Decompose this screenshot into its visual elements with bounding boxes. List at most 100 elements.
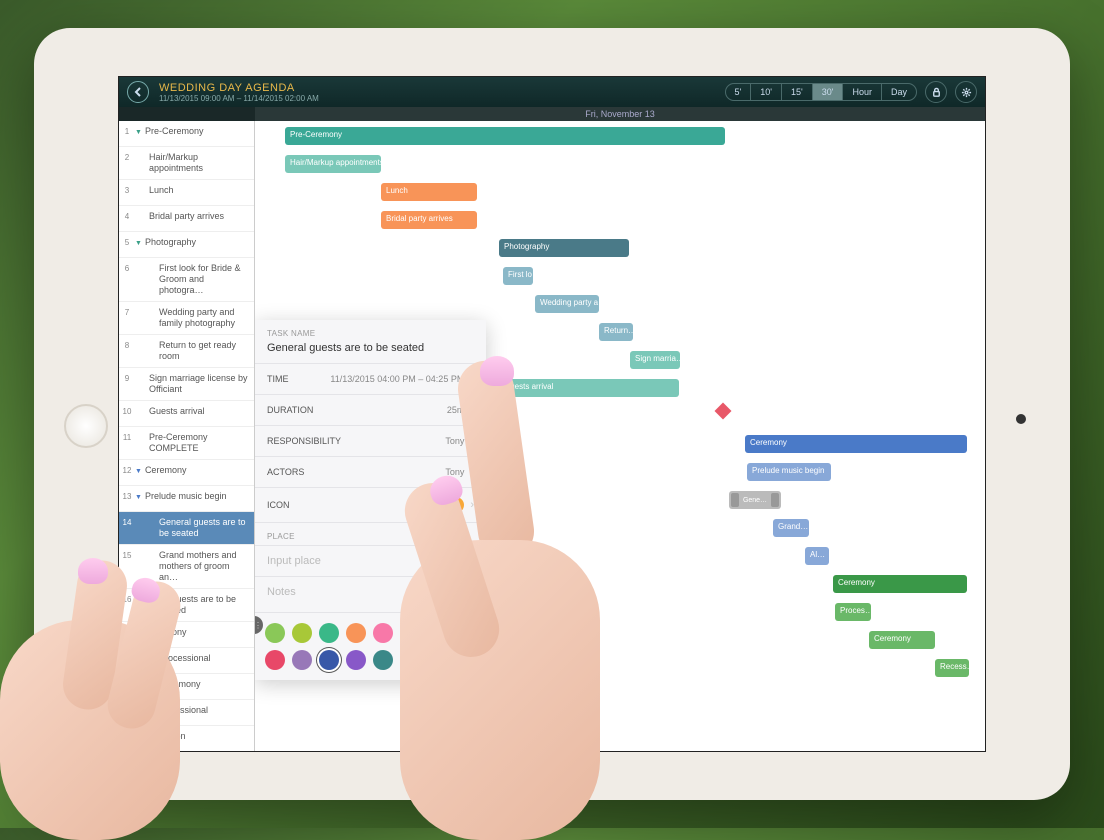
color-swatch[interactable] <box>454 623 474 643</box>
zoom-30'[interactable]: 30' <box>813 84 844 100</box>
warning-icon: ! <box>448 497 464 513</box>
gantt-bar[interactable]: Guests arrival <box>499 379 679 397</box>
expand-icon[interactable]: ▼ <box>135 129 142 136</box>
gantt-bar[interactable]: Proces… <box>835 603 871 621</box>
task-row[interactable]: 15Grand mothers and mothers of groom an… <box>119 545 254 589</box>
gantt-bar[interactable]: First lo… <box>503 267 533 285</box>
back-button[interactable] <box>127 81 149 103</box>
resize-handle-right[interactable] <box>771 493 779 507</box>
color-swatch[interactable] <box>346 623 366 643</box>
task-row[interactable]: 2Hair/Markup appointments <box>119 147 254 180</box>
date-header: Fri, November 13 <box>119 107 985 121</box>
task-row[interactable]: 9Sign marriage license by Officiant <box>119 368 254 401</box>
app-title: WEDDING DAY AGENDA <box>159 82 725 94</box>
color-swatch[interactable] <box>265 623 285 643</box>
task-row[interactable]: 10Guests arrival <box>119 401 254 427</box>
task-row[interactable]: 3Lunch <box>119 180 254 206</box>
task-row[interactable]: 4Bridal party arrives <box>119 206 254 232</box>
task-row[interactable]: 17▼Ceremony <box>119 622 254 648</box>
selected-bar-label: Gene… <box>741 497 769 504</box>
place-input[interactable]: Input place <box>255 546 486 577</box>
chevron-right-icon: › <box>470 373 474 385</box>
color-swatch[interactable] <box>400 623 420 643</box>
gantt-chart[interactable]: 08:3009:0009:3010:0010:3011:0011:3012:00… <box>255 121 985 751</box>
app-screen: WEDDING DAY AGENDA 11/13/2015 09:00 AM –… <box>118 76 986 752</box>
gantt-bar[interactable]: Sign marria… <box>630 351 680 369</box>
milestone-icon[interactable] <box>715 403 732 420</box>
zoom-Hour[interactable]: Hour <box>843 84 882 100</box>
chevron-right-icon: › <box>470 499 474 511</box>
task-sidebar: TASK 1▼Pre-Ceremony2Hair/Markup appointm… <box>119 121 255 751</box>
color-swatch[interactable] <box>319 623 339 643</box>
chevron-right-icon: › <box>470 435 474 447</box>
color-swatch[interactable] <box>265 650 285 670</box>
task-row[interactable]: 6First look for Bride & Groom and photog… <box>119 258 254 302</box>
popup-row-time[interactable]: TIME11/13/2015 04:00 PM – 04:25 PM› <box>255 364 486 395</box>
gantt-bar[interactable]: Lunch <box>381 183 477 201</box>
popup-row-icon[interactable]: ICON!› <box>255 488 486 523</box>
settings-button[interactable] <box>955 81 977 103</box>
home-button[interactable] <box>64 404 108 448</box>
notes-input[interactable]: Notes <box>255 577 486 613</box>
lock-button[interactable] <box>925 81 947 103</box>
popup-row-responsibility[interactable]: RESPONSIBILITYTony› <box>255 426 486 457</box>
place-label: PLACE <box>267 532 474 541</box>
date-range: 11/13/2015 09:00 AM – 11/14/2015 02:00 A… <box>159 94 725 103</box>
color-picker <box>255 613 486 680</box>
gantt-bar[interactable]: Al… <box>805 547 829 565</box>
gantt-bar[interactable]: Recess… <box>935 659 969 677</box>
color-swatch[interactable] <box>319 650 339 670</box>
resize-handle-left[interactable] <box>731 493 739 507</box>
gantt-bar[interactable]: Ceremony <box>833 575 967 593</box>
add-button[interactable] <box>123 723 147 747</box>
task-row[interactable]: 13▼Prelude music begin <box>119 486 254 512</box>
task-row[interactable]: 8Return to get ready room <box>119 335 254 368</box>
task-row[interactable]: 12▼Ceremony <box>119 460 254 486</box>
expand-icon[interactable]: ▼ <box>135 630 142 637</box>
chevron-right-icon: › <box>470 404 474 416</box>
expand-icon[interactable]: ▼ <box>135 494 142 501</box>
color-swatch[interactable] <box>373 623 393 643</box>
gantt-bar[interactable]: Photography <box>499 239 629 257</box>
gantt-bar[interactable]: Return… <box>599 323 633 341</box>
gantt-bar[interactable]: Bridal party arrives <box>381 211 477 229</box>
app-header: WEDDING DAY AGENDA 11/13/2015 09:00 AM –… <box>119 77 985 107</box>
expand-icon[interactable]: ▼ <box>135 240 142 247</box>
color-swatch[interactable] <box>427 623 447 643</box>
popup-row-actors[interactable]: ACTORSTony› <box>255 457 486 488</box>
camera <box>1016 414 1026 424</box>
color-swatch[interactable] <box>400 650 420 670</box>
gantt-bar[interactable]: Wedding party a… <box>535 295 599 313</box>
zoom-segmented[interactable]: 5'10'15'30'HourDay <box>725 83 917 101</box>
selected-bar[interactable]: Gene… <box>729 491 781 509</box>
task-row[interactable]: 5▼Photography <box>119 232 254 258</box>
gantt-bar[interactable]: Pre-Ceremony <box>285 127 725 145</box>
color-swatch[interactable] <box>346 650 366 670</box>
color-swatch[interactable] <box>292 623 312 643</box>
gantt-bar[interactable]: Ceremony <box>869 631 935 649</box>
gantt-bar[interactable]: Grand… <box>773 519 809 537</box>
task-name-field[interactable]: General guests are to be seated <box>267 342 474 354</box>
expand-icon[interactable]: ▼ <box>135 468 142 475</box>
tablet-frame: WEDDING DAY AGENDA 11/13/2015 09:00 AM –… <box>34 28 1070 800</box>
task-row[interactable]: 20Recessional <box>119 700 254 726</box>
color-swatch[interactable] <box>373 650 393 670</box>
gantt-bar[interactable]: Ceremony <box>745 435 967 453</box>
task-row[interactable]: 16All guests are to be seated <box>119 589 254 622</box>
chevron-right-icon: › <box>470 466 474 478</box>
task-row[interactable]: 14General guests are to be seated <box>119 512 254 545</box>
task-row[interactable]: 7Wedding party and family photography <box>119 302 254 335</box>
zoom-10'[interactable]: 10' <box>751 84 782 100</box>
zoom-5'[interactable]: 5' <box>726 84 752 100</box>
color-swatch[interactable] <box>292 650 312 670</box>
popup-row-duration[interactable]: DURATION25m› <box>255 395 486 426</box>
zoom-15'[interactable]: 15' <box>782 84 813 100</box>
task-row[interactable]: 18Processional <box>119 648 254 674</box>
gantt-bar[interactable]: Hair/Markup appointments <box>285 155 381 173</box>
zoom-Day[interactable]: Day <box>882 84 916 100</box>
task-row[interactable]: 11Pre-Ceremony COMPLETE <box>119 427 254 460</box>
task-editor-popup: ⋮⋮ TASK NAME General guests are to be se… <box>255 320 486 680</box>
task-row[interactable]: 19Ceremony <box>119 674 254 700</box>
gantt-bar[interactable]: Prelude music begin <box>747 463 831 481</box>
task-row[interactable]: 1▼Pre-Ceremony <box>119 121 254 147</box>
